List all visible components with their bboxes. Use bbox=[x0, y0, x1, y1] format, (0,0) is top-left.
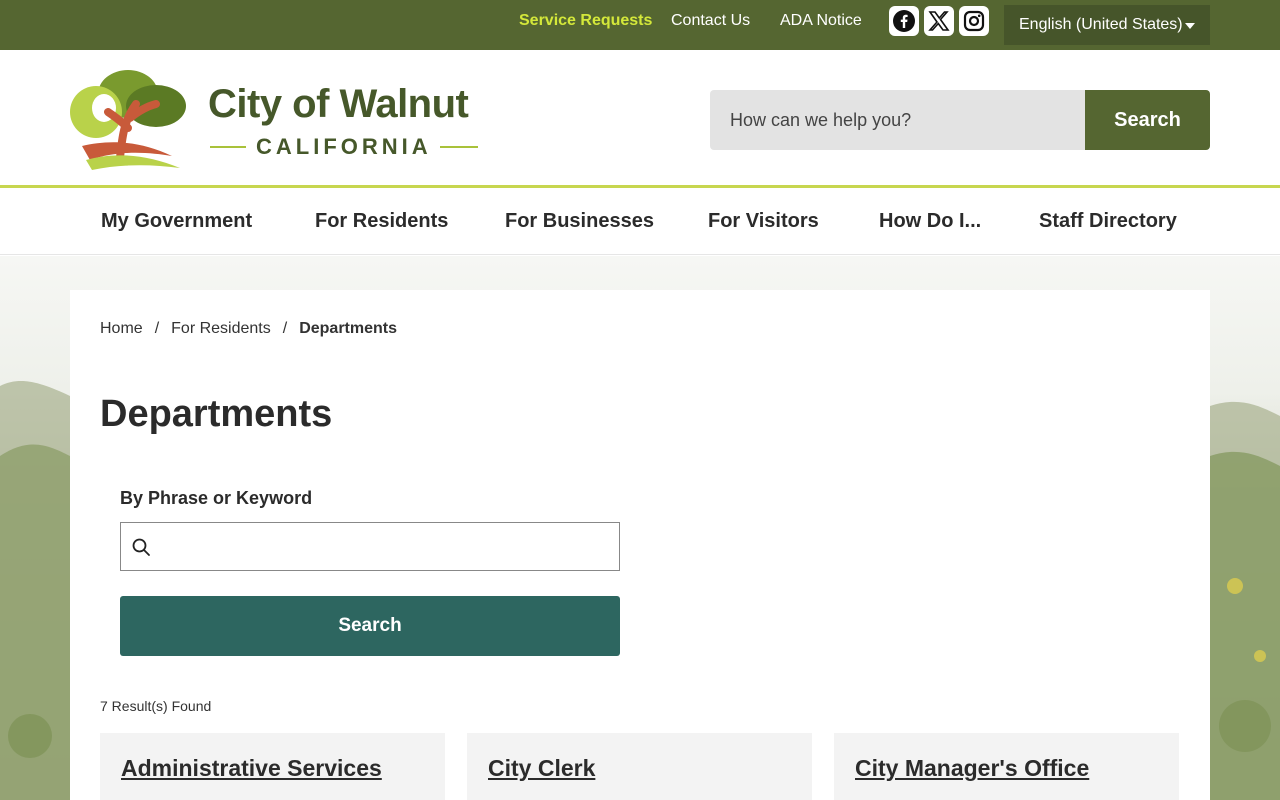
main-nav: My Government For Residents For Business… bbox=[0, 191, 1280, 255]
x-twitter-icon[interactable] bbox=[924, 6, 954, 36]
page-title: Departments bbox=[100, 393, 333, 435]
logo-rule-right bbox=[440, 146, 478, 148]
nav-my-government[interactable]: My Government bbox=[101, 210, 252, 233]
nav-for-residents[interactable]: For Residents bbox=[315, 210, 448, 233]
nav-how-do-i[interactable]: How Do I... bbox=[879, 210, 981, 233]
department-search-button[interactable]: Search bbox=[120, 596, 620, 656]
site-search-input[interactable] bbox=[710, 90, 1086, 150]
site-header: City of Walnut CALIFORNIA Search bbox=[0, 50, 1280, 188]
contact-us-link[interactable]: Contact Us bbox=[671, 12, 750, 30]
department-card-link[interactable]: Administrative Services bbox=[121, 755, 382, 782]
breadcrumb-home[interactable]: Home bbox=[100, 320, 143, 337]
logo-rule-left bbox=[210, 146, 246, 148]
city-logo[interactable]: City of Walnut CALIFORNIA bbox=[68, 68, 488, 172]
breadcrumb-separator: / bbox=[282, 320, 288, 337]
keyword-input[interactable] bbox=[161, 523, 616, 570]
instagram-icon[interactable] bbox=[959, 6, 989, 36]
results-count: 7 Result(s) Found bbox=[100, 698, 212, 714]
department-card-link[interactable]: City Manager's Office bbox=[855, 755, 1089, 782]
breadcrumb-for-residents[interactable]: For Residents bbox=[171, 320, 271, 337]
department-card: City Manager's Office bbox=[834, 733, 1179, 800]
language-select[interactable]: English (United States) bbox=[1004, 5, 1210, 45]
nav-for-businesses[interactable]: For Businesses bbox=[505, 210, 654, 233]
breadcrumb: Home / For Residents / Departments bbox=[100, 320, 397, 338]
caret-down-icon bbox=[1185, 23, 1195, 29]
top-utility-bar: Service Requests Contact Us ADA Notice E… bbox=[0, 0, 1280, 50]
ada-notice-link[interactable]: ADA Notice bbox=[780, 12, 862, 30]
department-card: Administrative Services bbox=[100, 733, 445, 800]
department-card-link[interactable]: City Clerk bbox=[488, 755, 595, 782]
site-search-button[interactable]: Search bbox=[1085, 90, 1210, 150]
language-select-value: English (United States) bbox=[1019, 16, 1183, 33]
department-card: City Clerk bbox=[467, 733, 812, 800]
search-icon bbox=[132, 538, 150, 556]
logo-subtitle: CALIFORNIA bbox=[256, 134, 432, 159]
nav-staff-directory[interactable]: Staff Directory bbox=[1039, 210, 1177, 233]
facebook-icon[interactable] bbox=[889, 6, 919, 36]
breadcrumb-current: Departments bbox=[299, 320, 397, 337]
nav-for-visitors[interactable]: For Visitors bbox=[708, 210, 819, 233]
logo-title: City of Walnut bbox=[208, 82, 469, 126]
keyword-field-label: By Phrase or Keyword bbox=[120, 488, 313, 508]
keyword-field bbox=[120, 522, 620, 571]
walnut-tree-icon bbox=[70, 70, 186, 170]
breadcrumb-separator: / bbox=[154, 320, 160, 337]
service-requests-link[interactable]: Service Requests bbox=[519, 12, 652, 30]
